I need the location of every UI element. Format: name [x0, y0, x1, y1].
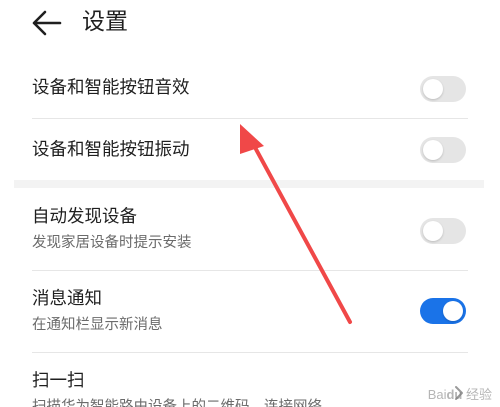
sound-toggle[interactable]	[420, 76, 466, 102]
divider	[32, 352, 468, 353]
setting-row-notifications[interactable]: 消息通知 在通知栏显示新消息	[32, 287, 472, 339]
toggle-knob	[423, 221, 443, 241]
notifications-toggle[interactable]	[420, 298, 466, 324]
header-bar: 设置	[0, 0, 500, 50]
group-separator	[14, 180, 484, 188]
toggle-knob	[423, 140, 443, 160]
settings-screen: 设置 设备和智能按钮音效 设备和智能按钮振动 自动发现设备 发现家居设备时提示安…	[0, 0, 500, 407]
setting-row-auto-discover[interactable]: 自动发现设备 发现家居设备时提示安装	[32, 205, 472, 257]
setting-subtitle-scan: 扫描华为智能路由设备上的二维码，连接网络	[32, 399, 322, 407]
baidu-jingyan-watermark: Baidu 经验	[427, 387, 492, 402]
divider	[32, 118, 468, 119]
toggle-knob	[423, 79, 443, 99]
setting-title-sound: 设备和智能按钮音效	[32, 78, 190, 98]
setting-subtitle-notifications: 在通知栏显示新消息	[32, 317, 163, 333]
divider	[32, 270, 468, 271]
setting-row-sound[interactable]: 设备和智能按钮音效	[32, 76, 472, 102]
vibration-toggle[interactable]	[420, 137, 466, 163]
auto-discover-toggle[interactable]	[420, 218, 466, 244]
setting-title-vibration: 设备和智能按钮振动	[32, 140, 190, 160]
setting-title-auto-discover: 自动发现设备	[32, 207, 137, 227]
page-title: 设置	[82, 9, 128, 35]
setting-title-notifications: 消息通知	[32, 289, 102, 309]
annotation-arrow-icon	[240, 124, 352, 324]
arrow-left-icon[interactable]	[32, 10, 62, 36]
setting-row-scan[interactable]: 扫一扫 扫描华为智能路由设备上的二维码，连接网络	[32, 369, 472, 407]
toggle-knob	[443, 301, 463, 321]
setting-title-scan: 扫一扫	[32, 371, 85, 391]
setting-subtitle-auto-discover: 发现家居设备时提示安装	[32, 235, 192, 251]
setting-row-vibration[interactable]: 设备和智能按钮振动	[32, 138, 472, 164]
